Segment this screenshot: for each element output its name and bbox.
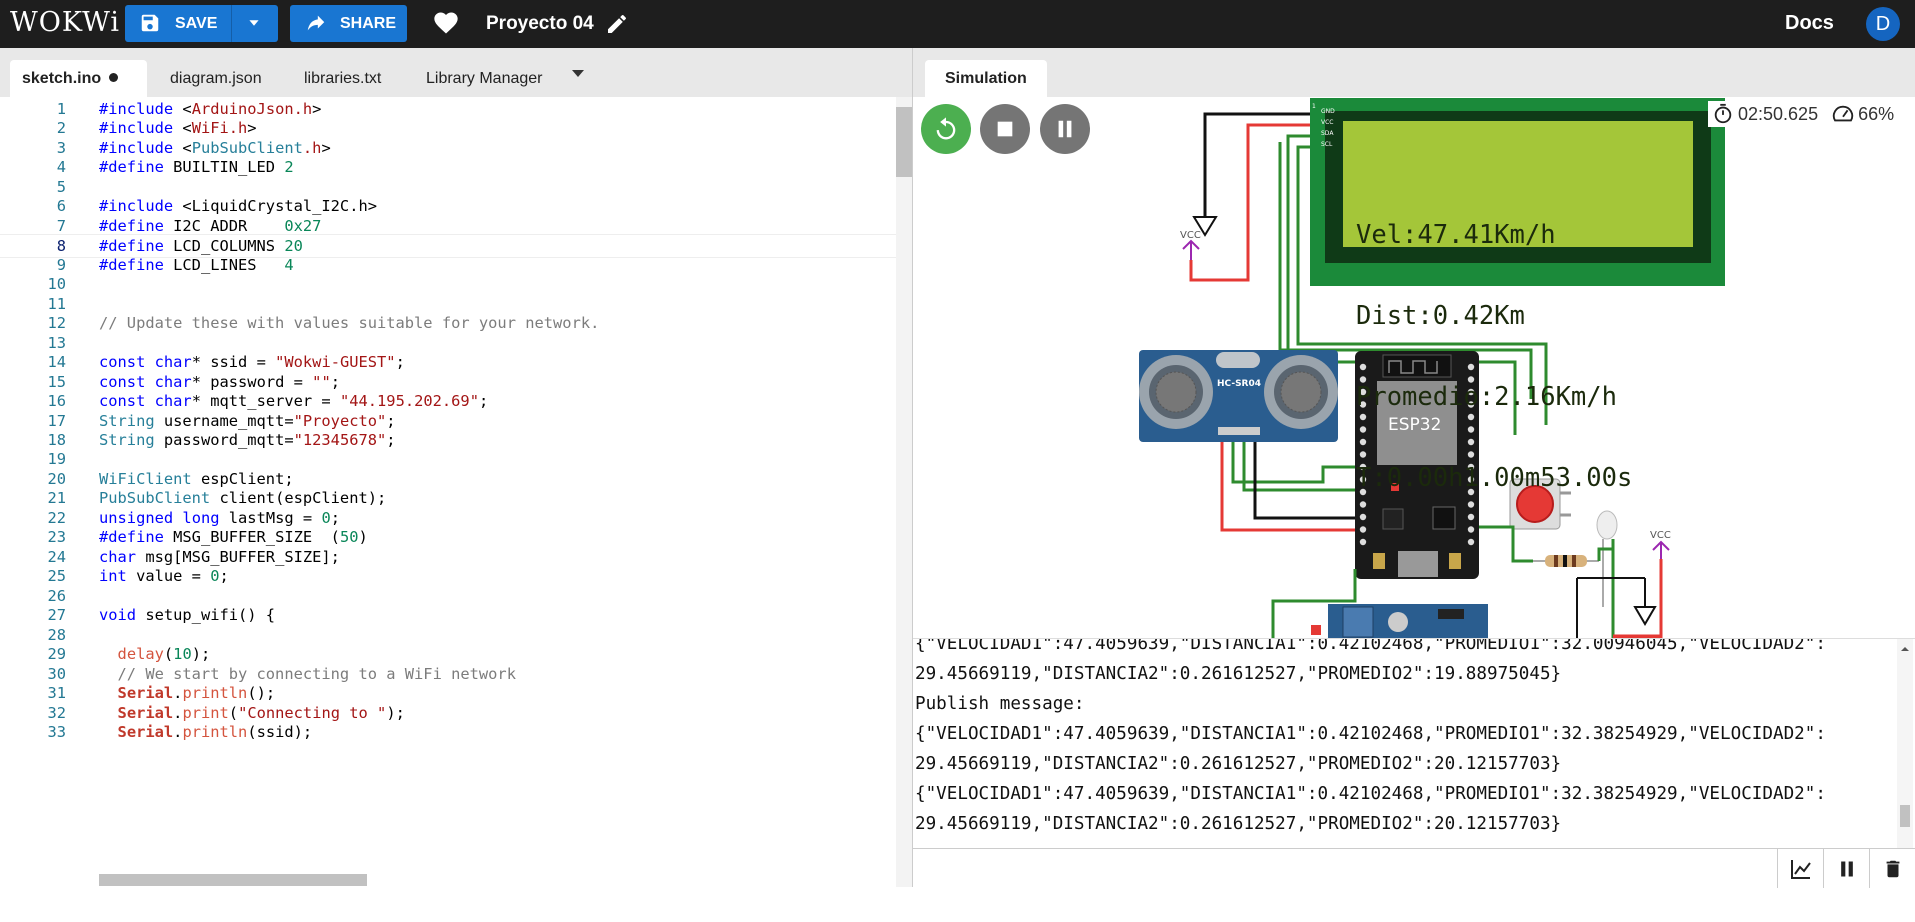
wire-resistor	[1597, 547, 1613, 561]
serial-line: 29.45669119,"DISTANCIA2":0.261612527,"PR…	[915, 754, 1562, 774]
lcd-display-text: Vel:47.41Km/h Dist:0.42Km Promedio:2.16K…	[1356, 168, 1696, 546]
editor-horizontal-scrollbar[interactable]	[99, 874, 367, 886]
editor-pane: sketch.ino diagram.json libraries.txt Li…	[0, 48, 912, 887]
simulation-timer: 02:50.625 66%	[1708, 101, 1899, 127]
ground-symbol-2	[1633, 606, 1657, 626]
simulation-tab-bar: Simulation	[913, 48, 1915, 97]
serial-monitor-bar	[913, 848, 1915, 888]
lcd-pin-gnd: GND	[1321, 108, 1335, 115]
tab-diagram-json[interactable]: diagram.json	[158, 60, 274, 97]
restart-simulation-button[interactable]	[921, 104, 971, 154]
tab-library-manager[interactable]: Library Manager	[414, 60, 555, 97]
chevron-up-icon[interactable]	[1897, 643, 1913, 655]
code-editor[interactable]: 1 #include <ArduinoJson.h> 2 #include <WiFi…	[0, 97, 896, 922]
pencil-icon[interactable]	[605, 12, 629, 36]
serial-line: {"VELOCIDAD1":47.4059639,"DISTANCIA1":0.…	[915, 784, 1826, 804]
vcc-label-1: VCC	[1180, 230, 1201, 241]
serial-line: 29.45669119,"DISTANCIA2":0.261612527,"PR…	[915, 664, 1562, 684]
serial-line: 29.45669119,"DISTANCIA2":0.261612527,"PR…	[915, 814, 1562, 834]
share-arrow-icon	[307, 15, 325, 31]
elapsed-time: 02:50.625	[1738, 103, 1819, 124]
serial-scrollbar[interactable]	[1897, 639, 1913, 848]
lcd-pin-label: 1	[1312, 103, 1316, 110]
unsaved-dot-icon	[109, 73, 119, 82]
editor-tab-bar: sketch.ino diagram.json libraries.txt Li…	[0, 48, 912, 97]
pause-icon	[1840, 861, 1853, 876]
stop-icon	[997, 121, 1013, 137]
lcd-pin-vcc: VCC	[1321, 119, 1333, 126]
wokwi-logo[interactable]: WOKWi	[10, 7, 120, 38]
serial-plotter-button[interactable]	[1777, 849, 1823, 888]
tabs-dropdown-icon[interactable]	[572, 70, 584, 77]
speedometer-icon	[1832, 105, 1854, 122]
lcd-line: Promedio:2.16Km/h	[1356, 382, 1617, 412]
ultrasonic-crystal	[1216, 352, 1260, 368]
line-number: 33	[47, 723, 66, 742]
docs-link[interactable]: Docs	[1785, 12, 1834, 35]
lcd-line: T:0.00h1.00m53.00s	[1356, 463, 1633, 493]
tab-label: sketch.ino	[22, 70, 102, 87]
lcd-line: Vel:47.41Km/h	[1356, 220, 1556, 250]
line-text: Serial.println(ssid);	[117, 723, 313, 742]
stopwatch-icon	[1714, 103, 1732, 124]
pause-icon	[1058, 120, 1072, 138]
serial-input[interactable]	[915, 851, 1695, 884]
serial-monitor-output[interactable]: {"VELOCIDAD1":47.4059639,"DISTANCIA1":0.…	[913, 638, 1915, 848]
simulation-canvas[interactable]: 1 GND VCC SDA SCL HC-SR04 ESP32 VCC VCC …	[913, 97, 1915, 638]
ultrasonic-label: HC-SR04	[1217, 379, 1261, 389]
editor-vertical-scrollbar[interactable]	[896, 97, 912, 887]
share-button-label: SHARE	[340, 14, 397, 32]
serial-clear-button[interactable]	[1869, 849, 1915, 888]
serial-line: {"VELOCIDAD1":47.4059639,"DISTANCIA1":0.…	[915, 724, 1826, 744]
trash-icon	[1886, 860, 1899, 877]
tab-libraries-txt[interactable]: libraries.txt	[292, 60, 393, 97]
simulation-pane: Simulation 1 GND VCC SDA SCL HC-SR04 ESP…	[913, 48, 1915, 888]
serial-pause-button[interactable]	[1823, 849, 1869, 888]
save-button[interactable]: SAVE	[125, 5, 278, 42]
tab-simulation[interactable]: Simulation	[925, 60, 1047, 97]
restart-icon	[936, 117, 956, 140]
save-button-label: SAVE	[175, 14, 218, 32]
simulation-speed: 66%	[1858, 103, 1895, 124]
lcd-pin-sda: SDA	[1321, 130, 1334, 137]
lcd-line: Dist:0.42Km	[1356, 301, 1525, 331]
wire-us-trig	[1231, 442, 1363, 484]
wire-us-gnd	[1253, 442, 1363, 520]
scrollbar-thumb[interactable]	[896, 107, 912, 177]
code-line[interactable]: 33 Serial.println(ssid);	[0, 721, 896, 745]
pause-simulation-button[interactable]	[1040, 104, 1090, 154]
wire-lcd-vcc	[1189, 123, 1310, 282]
top-bar: WOKWi SAVE SHARE Proyecto 04 Docs D	[0, 0, 1915, 48]
wire-lcd-gnd	[1203, 112, 1310, 217]
save-divider	[231, 5, 232, 42]
floppy-disk-icon	[141, 14, 159, 32]
share-button[interactable]: SHARE	[290, 5, 407, 42]
serial-line: {"VELOCIDAD1":47.4059639,"DISTANCIA1":0.…	[915, 638, 1826, 654]
tab-sketch-ino[interactable]: sketch.ino	[10, 60, 147, 97]
scrollbar-thumb[interactable]	[1900, 805, 1910, 827]
chart-line-icon	[1790, 859, 1811, 879]
user-avatar[interactable]: D	[1866, 7, 1900, 41]
lcd-pin-scl: SCL	[1321, 141, 1333, 148]
heart-icon[interactable]	[432, 9, 460, 37]
project-title: Proyecto 04	[486, 13, 594, 34]
chevron-down-icon[interactable]	[243, 12, 265, 34]
serial-line: Publish message:	[915, 694, 1085, 714]
stop-simulation-button[interactable]	[980, 104, 1030, 154]
